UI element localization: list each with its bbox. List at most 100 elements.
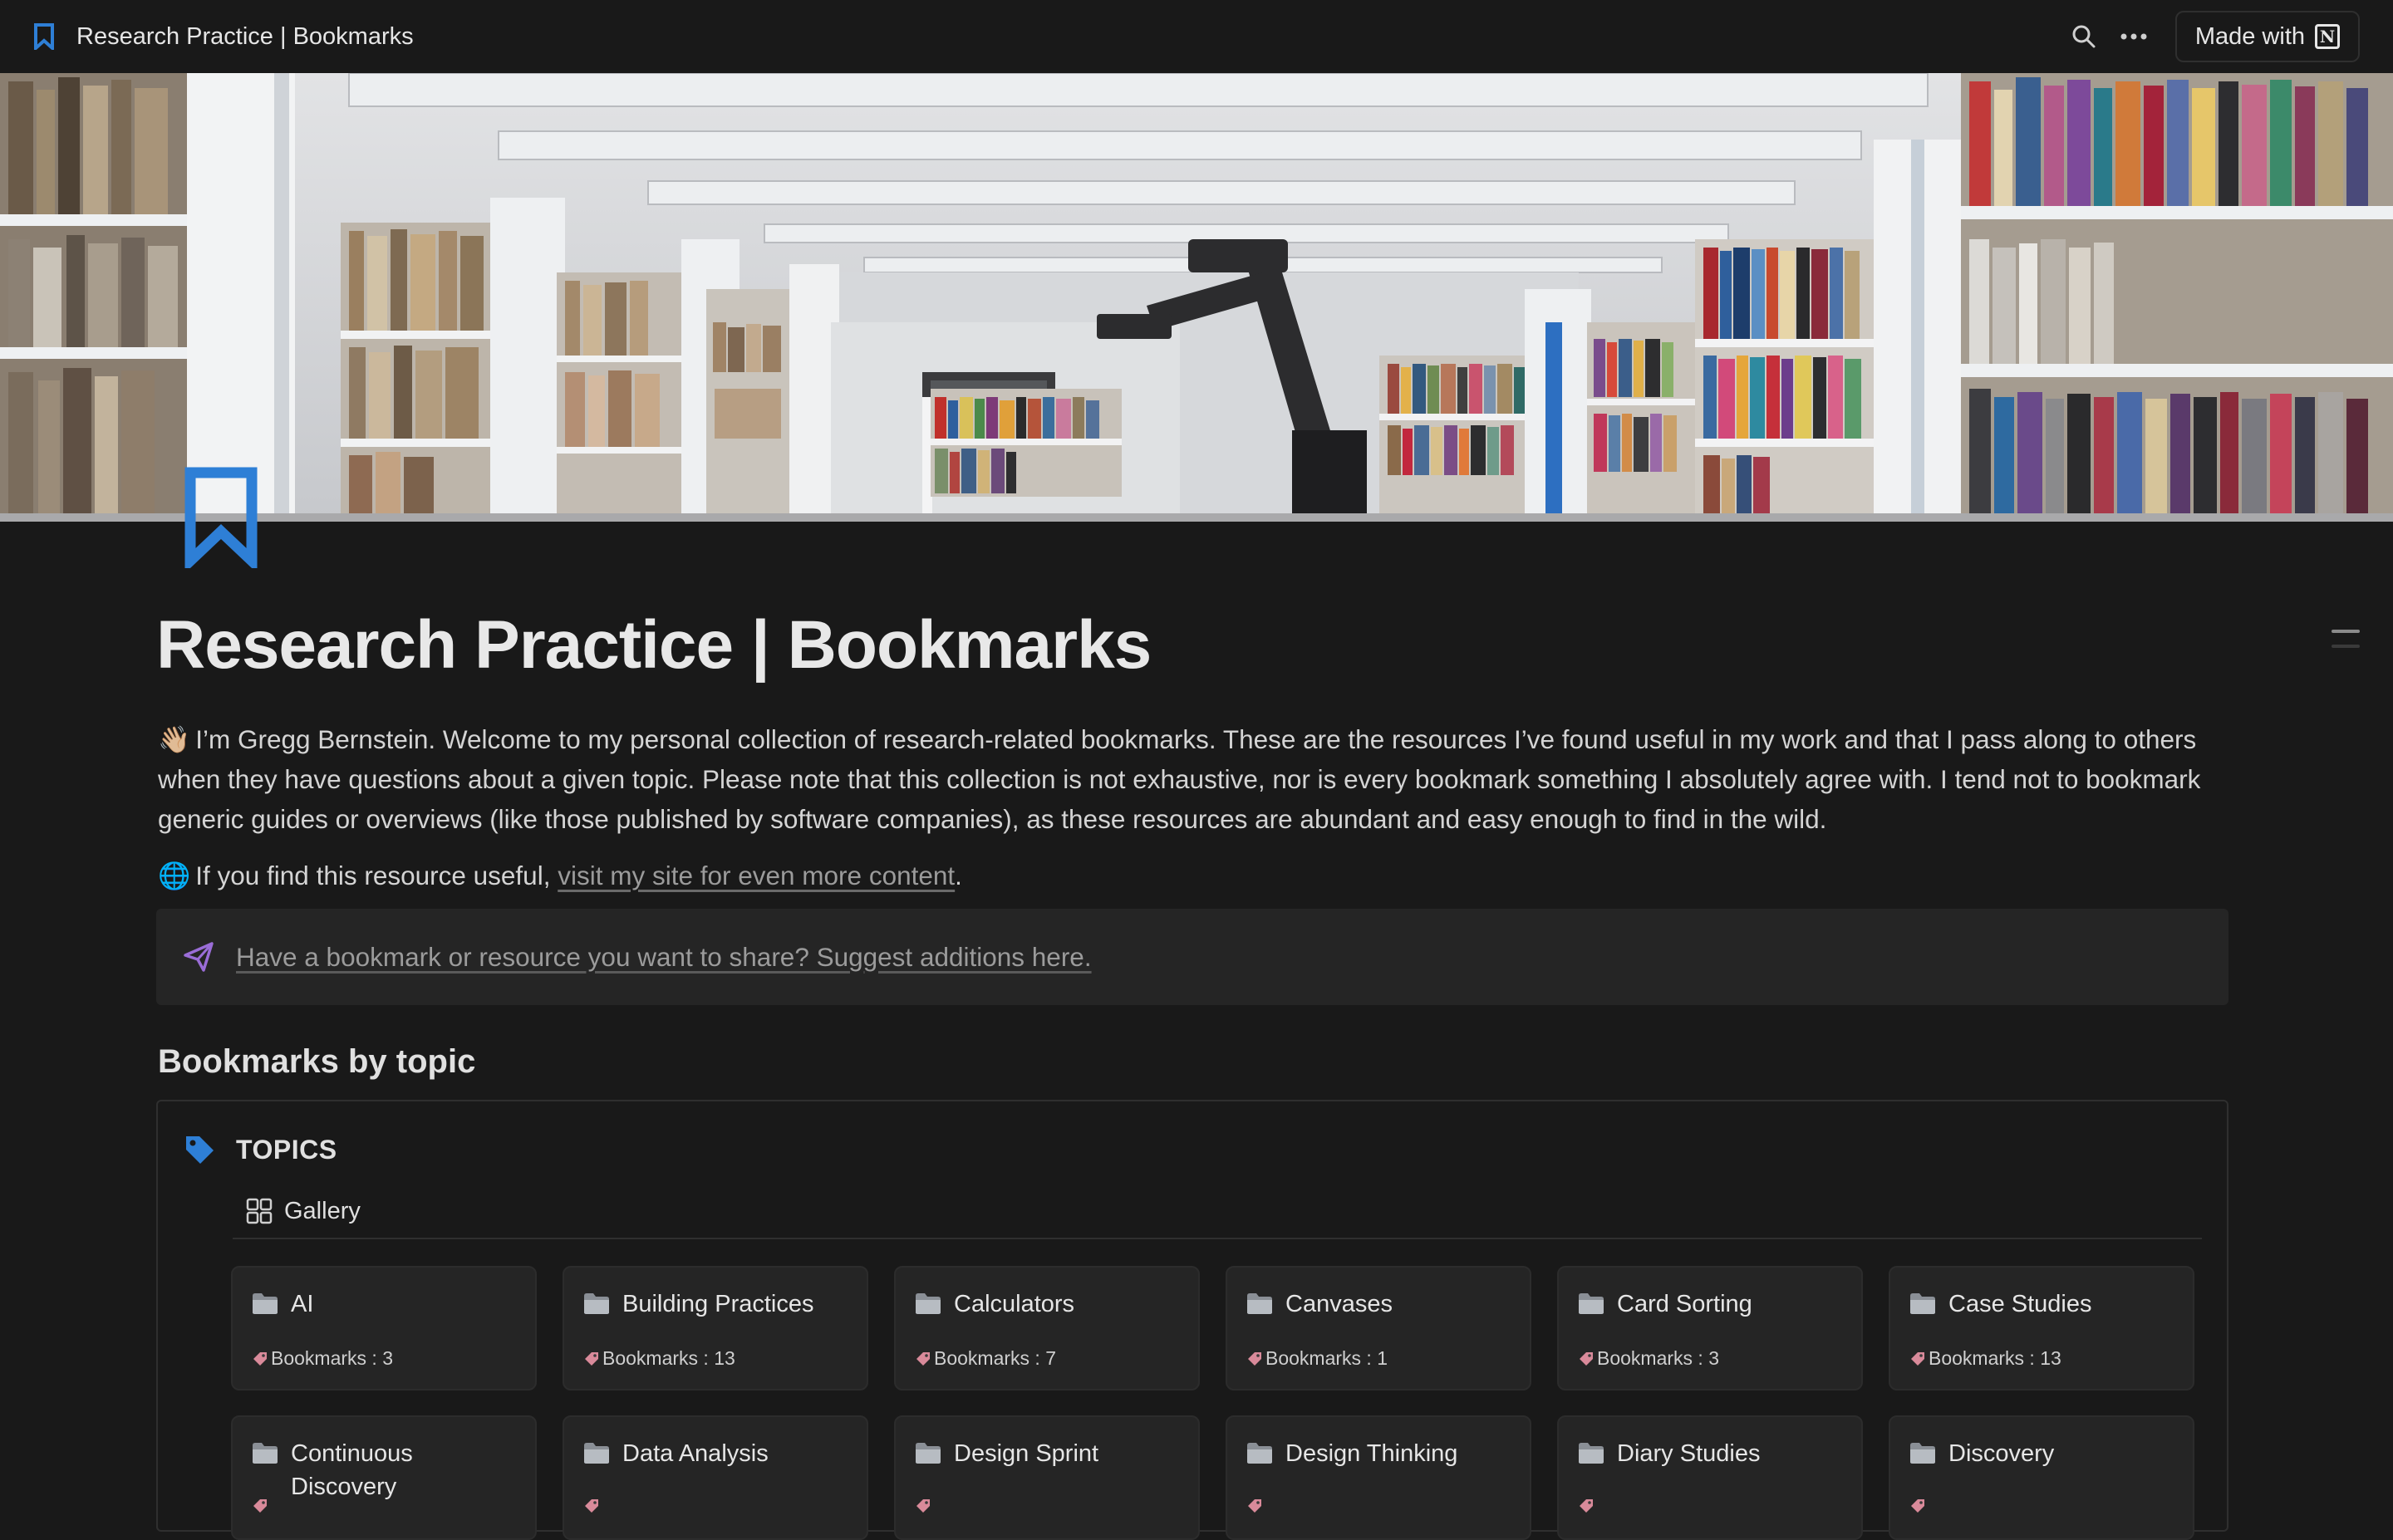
gallery-card-case-studies[interactable]: Case Studies Bookmarks : 13 [1889,1266,2194,1390]
gallery-card-calculators[interactable]: Calculators Bookmarks : 7 [894,1266,1200,1390]
table-of-contents-toggle[interactable] [2332,630,2360,660]
tag-emoji-icon [916,1499,930,1513]
wave-emoji-icon: 👋🏼 [158,724,191,754]
tag-emoji-icon [1580,1499,1593,1513]
page-title: Research Practice | Bookmarks [156,607,1152,683]
suggest-additions-link[interactable]: Have a bookmark or resource you want to … [236,942,1092,973]
card-bookmark-count [251,1497,271,1515]
site-paragraph: 🌐 If you find this resource useful, visit… [158,856,962,895]
folder-icon [1247,1293,1272,1314]
folder-icon [1910,1443,1935,1464]
card-title: Building Practices [622,1291,814,1317]
card-meta-text: Bookmarks : 13 [602,1347,735,1369]
window-title: Research Practice | Bookmarks [76,22,414,50]
card-bookmark-count: Bookmarks : 3 [251,1347,393,1370]
card-title: Diary Studies [1617,1440,1761,1467]
gallery-card-ai[interactable]: AI Bookmarks : 3 [231,1266,537,1390]
card-title: Canvases [1285,1291,1393,1317]
tag-emoji-icon [1580,1351,1593,1366]
card-meta-text: Bookmarks : 1 [1265,1347,1388,1369]
search-button[interactable] [2059,12,2109,61]
made-with-notion-button[interactable]: Made with N [2174,11,2360,62]
card-meta-text: Bookmarks : 7 [934,1347,1056,1369]
folder-icon [1247,1443,1272,1464]
gallery-card-building-practices[interactable]: Building Practices Bookmarks : 13 [563,1266,868,1390]
folder-icon [253,1443,278,1464]
paper-plane-icon [184,942,214,972]
folder-icon [584,1443,609,1464]
view-tab-label: Gallery [284,1197,361,1224]
card-title: Continuous Discovery [291,1440,413,1500]
folder-icon [1910,1293,1935,1314]
top-bar-actions: Made with N [2059,11,2360,62]
folder-icon [916,1443,941,1464]
card-bookmark-count [582,1497,602,1515]
card-bookmark-count: Bookmarks : 3 [1577,1347,1719,1370]
folder-icon [1579,1293,1604,1314]
card-title: Data Analysis [622,1440,769,1467]
gallery-card-diary-studies[interactable]: Diary Studies [1557,1415,1863,1540]
tag-emoji-icon [253,1499,267,1513]
section-heading: Bookmarks by topic [158,1043,476,1080]
intro-text: I’m Gregg Bernstein. Welcome to my perso… [158,724,2201,834]
notion-logo-icon: N [2315,24,2340,49]
card-meta-text: Bookmarks : 3 [1597,1347,1719,1369]
top-bar: Research Practice | Bookmarks Made with … [0,0,2393,73]
gallery-icon [246,1198,273,1224]
card-title: Card Sorting [1617,1291,1752,1317]
card-bookmark-count: Bookmarks : 13 [582,1347,735,1370]
gallery-card-continuous-discovery[interactable]: Continuous Discovery [231,1415,537,1540]
site-suffix-text: . [955,861,962,890]
globe-emoji-icon: 🌐 [158,861,191,890]
page-bookmark-icon[interactable] [184,467,258,574]
view-divider [233,1238,2202,1239]
card-bookmark-count [1246,1497,1265,1515]
gallery-card-card-sorting[interactable]: Card Sorting Bookmarks : 3 [1557,1266,1863,1390]
search-icon [2072,25,2096,48]
view-tab-gallery[interactable]: Gallery [246,1188,361,1234]
card-bookmark-count [914,1497,934,1515]
gallery-card-data-analysis[interactable]: Data Analysis [563,1415,868,1540]
bookmark-icon [33,22,61,51]
tag-emoji-icon [253,1351,267,1366]
tag-emoji-icon [1911,1499,1924,1513]
more-button[interactable] [2109,12,2159,61]
card-title: Design Thinking [1285,1440,1458,1467]
card-title: Discovery [1948,1440,2055,1467]
database-header: TOPICS [183,1133,337,1166]
more-icon [2120,33,2147,40]
tag-emoji-icon [1911,1351,1924,1366]
card-bookmark-count [1577,1497,1597,1515]
gallery-card-canvases[interactable]: Canvases Bookmarks : 1 [1226,1266,1531,1390]
card-title: Case Studies [1948,1291,2092,1317]
folder-icon [1579,1443,1604,1464]
gallery-card-design-thinking[interactable]: Design Thinking [1226,1415,1531,1540]
site-prefix-text: If you find this resource useful, [195,861,551,890]
intro-paragraph: 👋🏼 I’m Gregg Bernstein. Welcome to my per… [158,719,2227,839]
tag-emoji-icon [1248,1351,1261,1366]
suggest-callout: Have a bookmark or resource you want to … [156,909,2228,1005]
gallery-card-design-sprint[interactable]: Design Sprint [894,1415,1200,1540]
cover-image [0,73,2393,522]
made-with-label: Made with [2194,22,2305,50]
card-title: Design Sprint [954,1440,1099,1467]
tag-emoji-icon [916,1351,930,1366]
folder-icon [584,1293,609,1314]
card-bookmark-count: Bookmarks : 1 [1246,1347,1388,1370]
tag-emoji-icon [1248,1499,1261,1513]
card-title: AI [291,1291,314,1317]
site-link[interactable]: visit my site for even more content [558,861,955,890]
database-title[interactable]: TOPICS [236,1135,337,1165]
card-bookmark-count: Bookmarks : 7 [914,1347,1056,1370]
card-meta-text: Bookmarks : 3 [271,1347,393,1369]
tag-emoji-icon [585,1499,598,1513]
folder-icon [253,1293,278,1314]
card-title: Calculators [954,1291,1075,1317]
card-bookmark-count [1909,1497,1929,1515]
gallery-grid: AI Bookmarks : 3 Building Practices Book… [231,1266,2194,1540]
tag-icon[interactable] [183,1133,216,1166]
gallery-card-discovery[interactable]: Discovery [1889,1415,2194,1540]
topics-database: TOPICS Gallery AI Bookmarks : 3 Building… [156,1100,2228,1540]
card-meta-text: Bookmarks : 13 [1929,1347,2061,1369]
tag-emoji-icon [585,1351,598,1366]
